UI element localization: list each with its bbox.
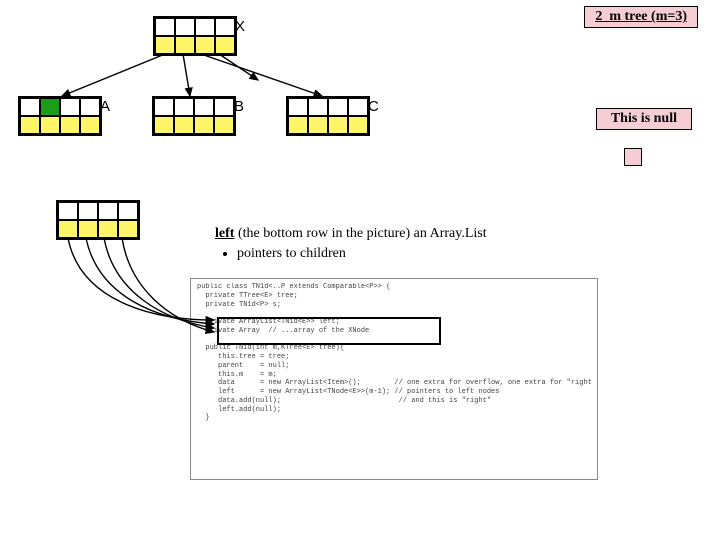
title-box: 2_m tree (m=3): [584, 6, 698, 28]
caption-lead: left: [215, 226, 234, 241]
tree-node-c: [286, 96, 370, 136]
caption-rest: (the bottom row in the picture) an Array…: [234, 226, 486, 241]
this-is-null-box: This is null: [596, 108, 692, 130]
node-label-c: C: [368, 98, 379, 115]
code-text: public class TN1d<..P extends Comparable…: [197, 283, 591, 423]
node-label-b: B: [234, 98, 244, 115]
node-label-a: A: [100, 98, 110, 115]
diagram-stage: 2_m tree (m=3) This is null X A B C: [0, 0, 720, 540]
demo-node-left: [56, 200, 140, 240]
tree-node-a: [18, 96, 102, 136]
caption-bullet: pointers to children: [237, 245, 655, 263]
code-screenshot: public class TN1d<..P extends Comparable…: [190, 278, 598, 480]
caption-text: left (the bottom row in the picture) an …: [215, 225, 655, 262]
null-square: [624, 148, 642, 166]
tree-node-b: [152, 96, 236, 136]
node-label-x: X: [235, 18, 245, 35]
tree-node-x: [153, 16, 237, 56]
